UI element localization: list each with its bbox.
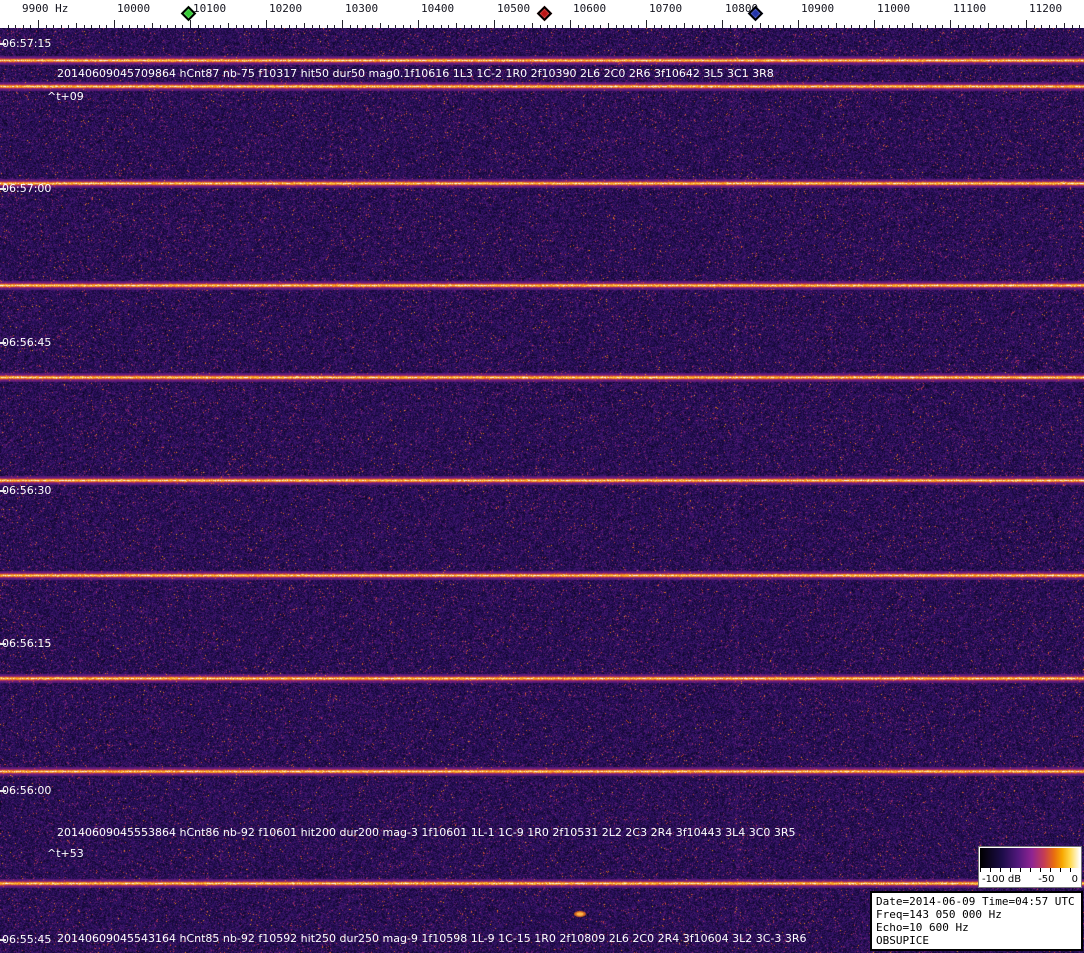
freq-label: 9900 Hz [22, 2, 69, 15]
info-date-time: Date=2014-06-09 Time=04:57 UTC [876, 895, 1075, 908]
time-label: 06:56:30 [2, 484, 52, 497]
freq-tick [874, 20, 875, 28]
info-station: OBSUPICE [876, 934, 929, 947]
detection-annotation: ^t+53 [47, 847, 84, 860]
detection-annotation: 20140609045553864 hCnt86 nb-92 f10601 hi… [57, 826, 796, 839]
freq-label: 10300 [345, 2, 379, 15]
freq-label: 11000 [877, 2, 911, 15]
detection-annotation: 20140609045709864 hCnt87 nb-75 f10317 hi… [57, 67, 774, 80]
time-tick [0, 43, 6, 45]
time-tick [0, 342, 6, 344]
scale-label-mid: -50 [1038, 873, 1055, 885]
info-echo: Echo=10 600 Hz [876, 921, 969, 934]
freq-label: 11200 [1029, 2, 1063, 15]
time-label: 06:57:00 [2, 182, 52, 195]
freq-label: 10700 [649, 2, 683, 15]
freq-tick [266, 20, 267, 28]
color-scale-labels: -100 dB -50 0 [980, 872, 1080, 886]
spectrogram-display: 06:57:15 06:57:00 06:56:45 06:56:30 06:56:15… [0, 28, 1084, 953]
scale-label-min: -100 dB [982, 873, 1022, 885]
detection-annotation: ^t+09 [47, 90, 84, 103]
freq-label: 10900 [801, 2, 835, 15]
time-tick [0, 490, 6, 492]
time-label: 06:56:45 [2, 336, 52, 349]
time-label: 06:56:15 [2, 637, 52, 650]
time-tick [0, 643, 6, 645]
freq-label: 10600 [573, 2, 607, 15]
freq-label: 10200 [269, 2, 303, 15]
freq-label: 11100 [953, 2, 987, 15]
color-scale: -100 dB -50 0 [978, 846, 1082, 888]
time-label: 06:57:15 [2, 37, 52, 50]
freq-label: 10400 [421, 2, 455, 15]
freq-tick [418, 20, 419, 28]
info-frequency: Freq=143 050 000 Hz [876, 908, 1002, 921]
freq-label: 10500 [497, 2, 531, 15]
time-tick [0, 790, 6, 792]
freq-tick [1026, 20, 1027, 28]
freq-tick [190, 20, 191, 28]
info-box: Date=2014-06-09 Time=04:57 UTC Freq=143 … [870, 891, 1083, 951]
freq-tick [798, 20, 799, 28]
freq-tick [646, 20, 647, 28]
freq-tick [950, 20, 951, 28]
scale-label-max: 0 [1071, 873, 1078, 885]
spectrogram-canvas[interactable] [0, 28, 1084, 953]
freq-tick [722, 20, 723, 28]
freq-label: 10100 [193, 2, 227, 15]
spectrogram-app: 9900 Hz 10000 10100 10200 10300 10400 10500 106… [0, 0, 1084, 953]
color-scale-gradient [980, 848, 1080, 868]
freq-tick [38, 20, 39, 28]
time-tick [0, 939, 6, 941]
time-label: 06:56:00 [2, 784, 52, 797]
frequency-ruler: 9900 Hz 10000 10100 10200 10300 10400 10500 106… [0, 0, 1084, 28]
freq-tick [494, 20, 495, 28]
time-label: 06:55:45 [2, 933, 52, 946]
detection-annotation: 20140609045543164 hCnt85 nb-92 f10592 hi… [57, 932, 807, 945]
time-tick [0, 188, 6, 190]
freq-tick [342, 20, 343, 28]
freq-tick [570, 20, 571, 28]
freq-tick [114, 20, 115, 28]
freq-label: 10000 [117, 2, 151, 15]
red-diamond-marker[interactable] [536, 5, 553, 22]
